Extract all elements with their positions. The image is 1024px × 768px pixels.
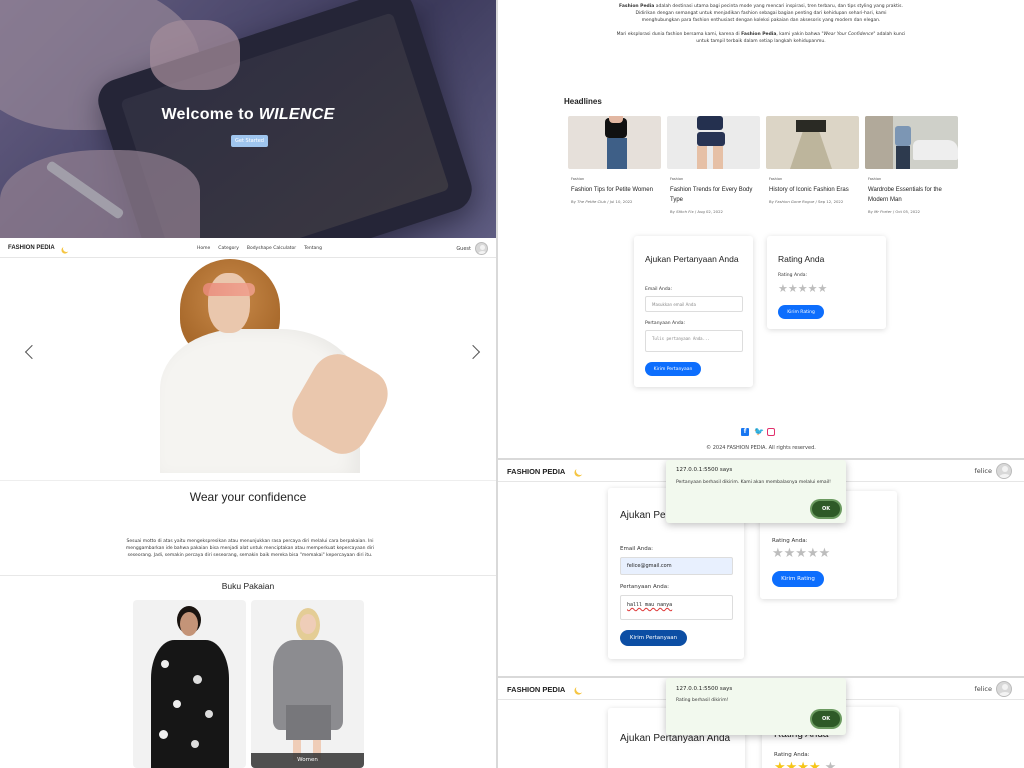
- headline-image: [568, 116, 661, 169]
- alert-title: 127.0.0.1:5500 says: [676, 467, 733, 473]
- headline-card[interactable]: Fashion Fashion Trends for Every Body Ty…: [667, 116, 760, 214]
- catalog-title: Buku Pakaian: [221, 581, 275, 591]
- twitter-icon[interactable]: 🐦: [754, 428, 764, 436]
- rating-stars-empty[interactable]: ★: [825, 761, 837, 768]
- headline-title[interactable]: Wardrobe Essentials for the Modern Man: [868, 185, 958, 205]
- headline-card[interactable]: Fashion Wardrobe Essentials for the Mode…: [865, 116, 958, 214]
- username-label: felice: [974, 685, 992, 693]
- browser-alert-dialog: 127.0.0.1:5500 says Rating berhasil diki…: [666, 678, 846, 735]
- get-started-button[interactable]: Get Started: [231, 135, 268, 147]
- user-menu[interactable]: felice: [975, 681, 1012, 697]
- headline-card[interactable]: Fashion Fashion Tips for Petite Women By…: [568, 116, 661, 204]
- alert-ok-button[interactable]: OK: [812, 501, 840, 517]
- about-text: Fashion Pedia adalah destinasi utama bag…: [616, 4, 906, 44]
- nav-bodyshape-calculator[interactable]: Bodyshape Calculator: [247, 246, 296, 251]
- headline-title[interactable]: Fashion Tips for Petite Women: [571, 185, 661, 195]
- dark-mode-moon-icon[interactable]: [575, 684, 585, 694]
- username-label: felice: [974, 467, 992, 475]
- question-textarea[interactable]: halll mau nanya: [620, 595, 733, 620]
- headline-title[interactable]: History of Iconic Fashion Eras: [769, 185, 859, 195]
- submit-rating-button[interactable]: Kirim Rating: [778, 305, 824, 319]
- men-model-face: [180, 612, 198, 636]
- homepage-guest-panel: Welcome to WILENCE Get Started FASHION P…: [0, 0, 496, 768]
- question-form-title: Ajukan Pertanyaan Anda: [645, 254, 739, 264]
- women-model-face: [300, 614, 316, 634]
- user-menu[interactable]: Guest: [456, 242, 488, 255]
- avatar-icon[interactable]: [996, 681, 1012, 697]
- hero-banner: Welcome to WILENCE Get Started: [0, 0, 496, 238]
- facebook-icon[interactable]: f: [741, 428, 749, 436]
- user-menu[interactable]: felice: [975, 463, 1012, 479]
- rating-submitted-panel: FASHION PEDIA felice Ajukan Pertanyaan A…: [498, 678, 1024, 768]
- motto-section: Wear your confidence Sesuai motto di ata…: [0, 480, 496, 574]
- avatar-icon[interactable]: [996, 463, 1012, 479]
- copyright-text: © 2024 FASHION PEDIA. All rights reserve…: [706, 445, 816, 451]
- rating-stars[interactable]: ★★★★★: [772, 547, 830, 560]
- motto-text: Sesuai motto di atas yaitu mengekspresik…: [125, 539, 375, 558]
- rating-form-title: Rating Anda: [778, 254, 825, 264]
- nav-links: Home Category Bodyshape Calculator Tenta…: [197, 239, 322, 258]
- nav-tentang[interactable]: Tentang: [304, 246, 322, 251]
- submit-question-button[interactable]: Kirim Pertanyaan: [645, 362, 701, 376]
- carousel-model-sunglasses: [203, 283, 255, 296]
- question-submitted-panel: FASHION PEDIA felice Rating Anda: ★★★★★ …: [498, 460, 1024, 676]
- question-textarea[interactable]: Tulis pertanyaan Anda...: [645, 330, 743, 352]
- navbar: FASHION PEDIA Home Category Bodyshape Ca…: [0, 239, 496, 258]
- question-form-card: Ajukan Pertanyaan Anda Email Anda: Masuk…: [634, 236, 753, 387]
- headline-image: [766, 116, 859, 169]
- fashion-carousel: [0, 259, 496, 473]
- alert-ok-button[interactable]: OK: [812, 711, 840, 727]
- instagram-icon[interactable]: [767, 428, 775, 436]
- rating-stars[interactable]: ★★★★★: [774, 761, 836, 768]
- username-label: Guest: [456, 245, 471, 252]
- submit-rating-button[interactable]: Kirim Rating: [772, 571, 824, 587]
- social-links: f 🐦: [741, 428, 775, 436]
- hero-title: Welcome to WILENCE: [161, 106, 335, 123]
- browser-alert-dialog: 127.0.0.1:5500 says Pertanyaan berhasil …: [666, 460, 846, 523]
- dark-mode-moon-icon[interactable]: [62, 244, 71, 253]
- homepage-bottom-panel: Fashion Pedia adalah destinasi utama bag…: [498, 0, 1024, 458]
- brand-logo[interactable]: FASHION PEDIA: [8, 245, 55, 251]
- dark-mode-moon-icon[interactable]: [575, 466, 585, 476]
- motto-title: Wear your confidence: [189, 490, 307, 504]
- avatar-icon[interactable]: [475, 242, 488, 255]
- rating-form-card: Rating Anda Rating Anda: ★★★★★ Kirim Rat…: [767, 236, 886, 329]
- email-input[interactable]: Masukkan email Anda: [645, 296, 743, 312]
- headline-image: [865, 116, 958, 169]
- headline-card[interactable]: Fashion History of Iconic Fashion Eras B…: [766, 116, 859, 204]
- headlines-title: Headlines: [564, 97, 602, 106]
- submit-question-button[interactable]: Kirim Pertanyaan: [620, 630, 687, 646]
- alert-message: Rating berhasil dikirim!: [676, 698, 729, 703]
- nav-home[interactable]: Home: [197, 246, 210, 251]
- nav-category[interactable]: Category: [218, 246, 239, 251]
- carousel-model-face: [208, 273, 250, 333]
- men-model-shirt: [151, 640, 229, 768]
- brand-logo[interactable]: FASHION PEDIA: [507, 467, 565, 476]
- email-input[interactable]: felice@gmail.com: [620, 557, 733, 575]
- rating-stars-filled[interactable]: ★★★★: [774, 761, 821, 768]
- rating-stars[interactable]: ★★★★★: [778, 283, 827, 294]
- carousel-next-icon[interactable]: [465, 344, 481, 360]
- headline-image: [667, 116, 760, 169]
- alert-message: Pertanyaan berhasil dikirim. Kami akan m…: [676, 480, 831, 485]
- headline-title[interactable]: Fashion Trends for Every Body Type: [670, 185, 760, 205]
- carousel-prev-icon[interactable]: [24, 344, 40, 360]
- alert-title: 127.0.0.1:5500 says: [676, 686, 733, 692]
- brand-logo[interactable]: FASHION PEDIA: [507, 685, 565, 694]
- catalog-card-women-label: Women: [251, 753, 364, 768]
- catalog-card-women[interactable]: Women: [251, 600, 364, 768]
- catalog-section: Buku Pakaian Women: [0, 575, 496, 768]
- catalog-card-men[interactable]: [133, 600, 246, 768]
